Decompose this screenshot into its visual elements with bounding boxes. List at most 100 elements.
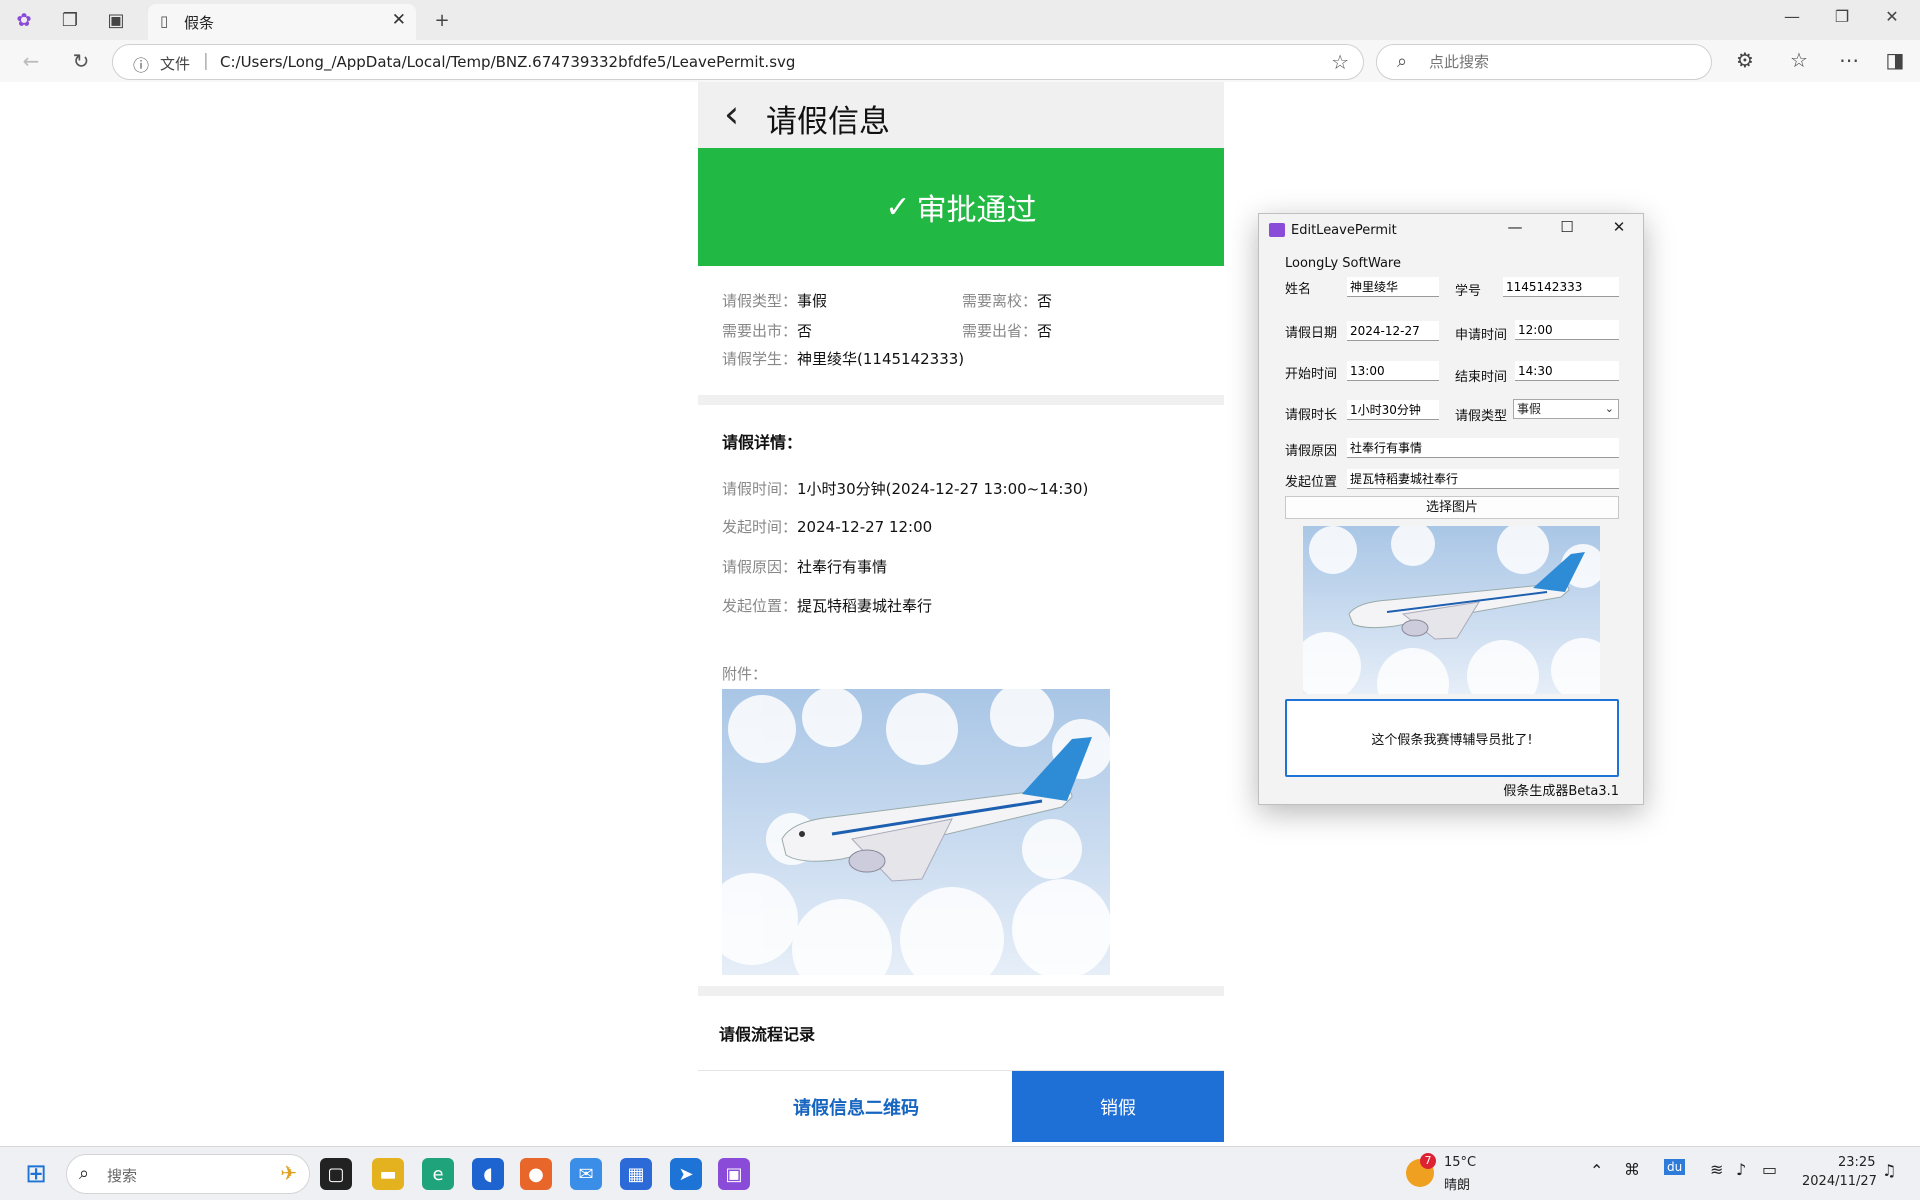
duration-label: 请假时长 — [1285, 408, 1338, 423]
address-bar[interactable]: ⓘ 文件 | C:/Users/Long_/AppData/Local/Temp… — [112, 44, 1364, 80]
dialog-close-icon[interactable]: ✕ — [1605, 218, 1633, 236]
favorites-icon[interactable]: ☆ — [1784, 48, 1814, 72]
id-input[interactable]: 1145142333 — [1503, 277, 1619, 297]
status-text: 审批通过 — [916, 193, 1037, 228]
apply-time-input[interactable]: 12:00 — [1515, 320, 1619, 340]
outlook-icon[interactable]: ◖ — [472, 1158, 504, 1190]
clock-time[interactable]: 23:25 — [1838, 1155, 1875, 1170]
leave-permit-page: ‹ 请假信息 ✓ 审批通过 请假类型：事假 需要离校：否 需要出市：否 需要出省… — [698, 82, 1224, 1142]
apply-time-label: 申请时间 — [1455, 328, 1508, 343]
start-icon[interactable]: ⊞ — [20, 1158, 52, 1190]
leave-type-row: 请假类型：事假 — [722, 290, 827, 311]
back-icon[interactable]: ← — [16, 49, 46, 73]
name-label: 姓名 — [1285, 282, 1312, 297]
info-icon[interactable]: ⓘ — [133, 52, 149, 76]
volume-icon[interactable]: ♪ — [1736, 1160, 1746, 1179]
dialog-maximize-icon[interactable]: ☐ — [1553, 218, 1581, 236]
document-icon: ▯ — [160, 12, 169, 30]
location-value: 提瓦特稻妻城社奉行 — [797, 597, 933, 615]
edit-leave-permit-dialog: EditLeavePermit — ☐ ✕ LoongLy SoftWare 姓… — [1258, 213, 1644, 805]
tab-leave-permit[interactable]: ▯ 假条 ✕ — [148, 4, 416, 40]
start-time-label: 开始时间 — [1285, 367, 1338, 382]
section-divider — [698, 395, 1224, 405]
name-input[interactable]: 神里绫华 — [1347, 277, 1439, 297]
leave-permit-app-icon[interactable]: ▣ — [718, 1158, 750, 1190]
duration-input[interactable]: 1小时30分钟 — [1347, 400, 1439, 420]
dialog-title: EditLeavePermit — [1291, 223, 1397, 238]
tab-actions-icon[interactable]: ▣ — [104, 8, 128, 32]
type-select[interactable]: 事假 ⌄ — [1513, 399, 1619, 419]
page-title: 请假信息 — [766, 104, 890, 140]
extensions-icon[interactable]: ⚙ — [1730, 48, 1760, 72]
leave-school-row: 需要离校：否 — [962, 290, 1052, 311]
restore-icon[interactable]: ❐ — [1822, 7, 1862, 26]
ime-icon[interactable]: ⌘ — [1624, 1160, 1640, 1179]
pick-image-button[interactable]: 选择图片 — [1285, 496, 1619, 519]
clock-date[interactable]: 2024/11/27 — [1802, 1174, 1877, 1189]
leave-city-value: 否 — [797, 322, 813, 340]
version-label: 假条生成器Beta3.1 — [1503, 784, 1619, 799]
browser-search-input[interactable] — [1429, 53, 1689, 71]
bing-airplane-icon: ✈ — [280, 1161, 297, 1185]
temperature: 15°C — [1444, 1155, 1477, 1170]
back-chevron-icon[interactable]: ‹ — [724, 92, 739, 136]
favorite-star-icon[interactable]: ☆ — [1331, 50, 1349, 74]
attachment-label: 附件： — [722, 665, 768, 683]
app-navigator-icon[interactable]: ➤ — [670, 1158, 702, 1190]
details-title: 请假详情： — [722, 433, 803, 452]
preview-airplane-image — [1303, 526, 1600, 694]
minimize-icon[interactable]: — — [1772, 7, 1812, 26]
close-window-icon[interactable]: ✕ — [1872, 7, 1912, 26]
tab-title: 假条 — [184, 14, 215, 32]
type-select-value: 事假 — [1517, 402, 1542, 416]
weather-text: 晴朗 — [1444, 1178, 1471, 1193]
refresh-icon[interactable]: ↻ — [66, 49, 96, 73]
process-title: 请假流程记录 — [719, 1025, 816, 1044]
more-menu-icon[interactable]: ⋯ — [1834, 48, 1864, 72]
edge-icon[interactable]: e — [422, 1158, 454, 1190]
message-box[interactable]: 这个假条我赛博辅导员批了! — [1285, 699, 1619, 777]
leave-school-value: 否 — [1037, 292, 1053, 310]
taskbar-search[interactable]: ⌕ 搜索 ✈ — [66, 1154, 310, 1194]
store-icon[interactable]: ▦ — [620, 1158, 652, 1190]
page-header: ‹ 请假信息 — [698, 82, 1224, 148]
student-row: 请假学生：神里绫华(1145142333) — [722, 348, 964, 369]
submit-row: 发起时间：2024-12-27 12:00 — [722, 516, 932, 537]
file-explorer-icon[interactable]: ▬ — [372, 1158, 404, 1190]
dialog-minimize-icon[interactable]: — — [1501, 218, 1529, 236]
student-value: 神里绫华(1145142333) — [797, 350, 965, 368]
workspaces-icon[interactable]: ❐ — [58, 8, 82, 32]
leave-province-label: 需要出省： — [962, 322, 1038, 340]
check-icon: ✓ — [885, 189, 911, 225]
location-input[interactable]: 提瓦特稻妻城社奉行 — [1347, 469, 1619, 489]
cancel-leave-button[interactable]: 销假 — [1012, 1071, 1224, 1142]
address-separator: | — [203, 51, 209, 71]
profile-icon[interactable]: ✿ — [12, 8, 36, 32]
time-label: 请假时间： — [722, 480, 798, 498]
task-view-icon[interactable]: ▢ — [320, 1158, 352, 1190]
battery-icon[interactable]: ▭ — [1762, 1160, 1777, 1179]
notification-bell-icon[interactable]: ♫ — [1882, 1161, 1896, 1180]
end-time-input[interactable]: 14:30 — [1515, 361, 1619, 381]
status-banner: ✓ 审批通过 — [698, 148, 1224, 266]
start-time-input[interactable]: 13:00 — [1347, 361, 1439, 381]
qr-code-button[interactable]: 请假信息二维码 — [698, 1071, 1014, 1142]
du-icon[interactable]: du — [1664, 1159, 1686, 1175]
location-row: 发起位置：提瓦特稻妻城社奉行 — [722, 595, 932, 616]
chevron-up-icon[interactable]: ⌃ — [1590, 1161, 1603, 1180]
browser-search-box[interactable]: ⌕ — [1376, 44, 1712, 80]
url-text[interactable]: C:/Users/Long_/AppData/Local/Temp/BNZ.67… — [220, 53, 795, 71]
tab-close-icon[interactable]: ✕ — [392, 10, 406, 30]
wifi-icon[interactable]: ≋ — [1710, 1160, 1723, 1179]
date-input[interactable]: 2024-12-27 — [1347, 321, 1439, 341]
browser-nav-bar: ← ↻ ⓘ 文件 | C:/Users/Long_/AppData/Local/… — [0, 40, 1920, 82]
new-tab-icon[interactable]: + — [430, 8, 454, 32]
firefox-icon[interactable]: ● — [520, 1158, 552, 1190]
location-label: 发起位置 — [1285, 475, 1338, 490]
chevron-down-icon: ⌄ — [1604, 402, 1614, 415]
sidebar-icon[interactable]: ◨ — [1880, 48, 1910, 72]
company-label: LoongLy SoftWare — [1285, 256, 1401, 271]
mail-icon[interactable]: ✉ — [570, 1158, 602, 1190]
search-icon: ⌕ — [1397, 51, 1408, 72]
reason-input[interactable]: 社奉行有事情 — [1347, 438, 1619, 458]
